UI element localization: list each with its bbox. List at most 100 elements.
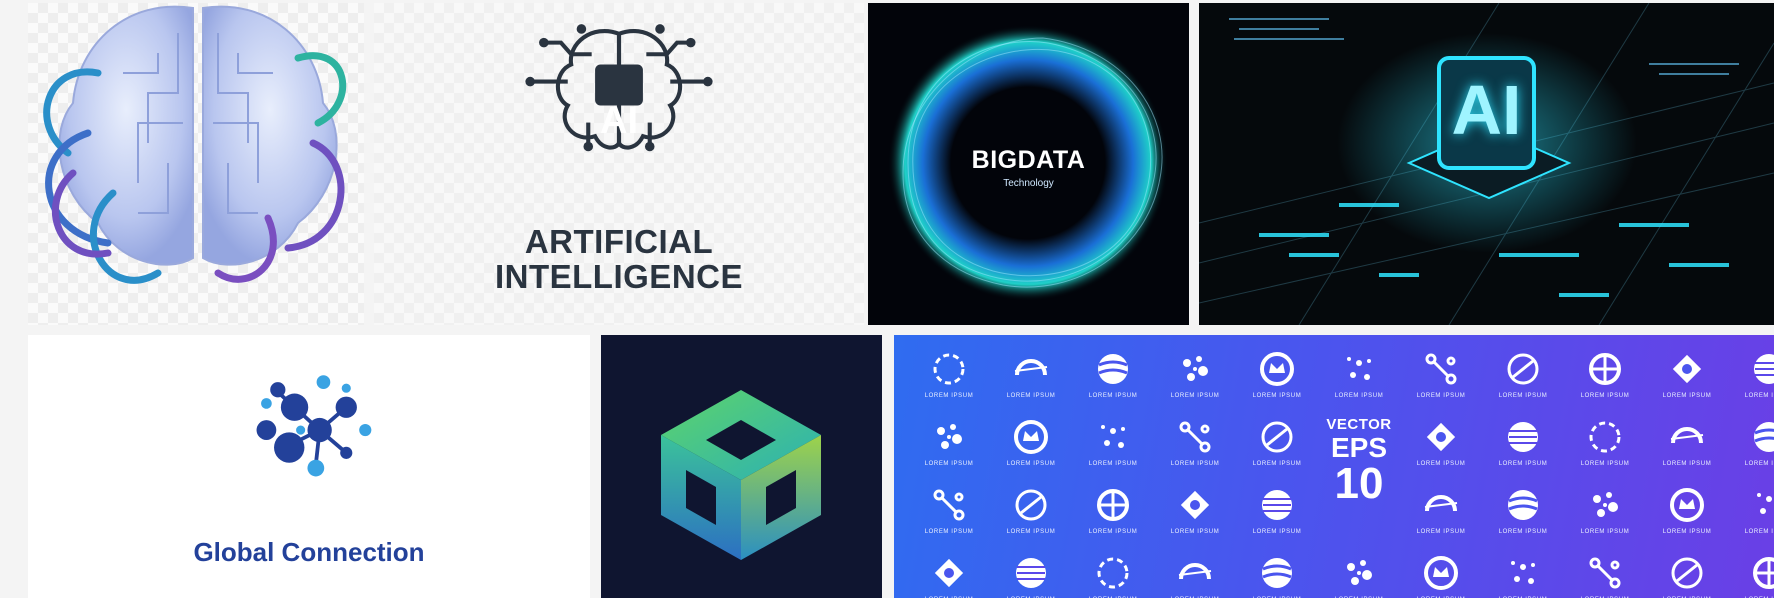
brain-circuit-icon (43, 5, 347, 284)
logo-mark-icon (1098, 354, 1128, 384)
logo-cell: LOREM IPSUM (1482, 485, 1564, 553)
logo-cell-label: LOREM IPSUM (1498, 529, 1548, 535)
logo-cell: LOREM IPSUM (908, 553, 990, 598)
logo-cell: LOREM IPSUM (1728, 349, 1774, 417)
eps-label: EPS (1330, 432, 1387, 463)
logo-cell: LOREM IPSUM (990, 349, 1072, 417)
logo-mark-icon (1670, 488, 1704, 522)
image-result-brain-circuit[interactable] (28, 3, 364, 325)
image-result-cube-logo[interactable] (601, 335, 882, 598)
logo-cell: LOREM IPSUM (908, 485, 990, 553)
logo-mark-icon (1672, 354, 1702, 384)
logo-cell: LOREM IPSUM (1236, 485, 1318, 553)
logo-mark-icon (1014, 420, 1048, 454)
logo-cell-label: LOREM IPSUM (1252, 529, 1302, 535)
logo-cell-label: LOREM IPSUM (1580, 461, 1630, 467)
logo-cell: LOREM IPSUM (1400, 417, 1482, 485)
logo-mark-icon (1178, 563, 1212, 580)
logo-cell-label: LOREM IPSUM (1006, 529, 1056, 535)
logo-mark-icon (1347, 357, 1371, 380)
logo-cell-label: LOREM IPSUM (1416, 393, 1466, 399)
logo-mark-icon (1015, 489, 1047, 521)
logo-cell: LOREM IPSUM (1154, 349, 1236, 417)
logo-cell-label: LOREM IPSUM (1006, 461, 1056, 467)
logo-cell: LOREM IPSUM (1400, 485, 1482, 553)
logo-cell-label: LOREM IPSUM (1088, 461, 1138, 467)
logo-grid: LOREM IPSUM LOREM IPSUM LOREM IPSUM LOREM I… (908, 349, 1774, 598)
logo-mark-icon (1753, 557, 1774, 589)
logo-cell: LOREM IPSUM (990, 485, 1072, 553)
network-nodes-icon (256, 375, 372, 477)
logo-mark-icon (934, 558, 964, 588)
logo-cell-label: LOREM IPSUM (1580, 393, 1630, 399)
logo-cell: LOREM IPSUM (1154, 417, 1236, 485)
logo-cell: LOREM IPSUM (1072, 485, 1154, 553)
ai-badge-text: AI (600, 100, 638, 142)
logo-mark-icon (1507, 353, 1539, 385)
eps-version: 10 (1334, 459, 1384, 508)
image-result-logo-set[interactable]: LOREM IPSUM LOREM IPSUM LOREM IPSUM LOREM I… (894, 335, 1774, 598)
logo-mark-icon (1179, 421, 1211, 453)
ai-chip-badge: AI (1451, 71, 1522, 149)
logo-cell: LOREM IPSUM (1728, 417, 1774, 485)
logo-cell: LOREM IPSUM (1318, 349, 1400, 417)
logo-mark-icon (933, 489, 965, 521)
logo-mark-icon (1347, 560, 1372, 585)
logo-mark-icon (1754, 354, 1774, 384)
logo-mark-icon (1424, 556, 1458, 590)
logo-cell-label: LOREM IPSUM (1088, 393, 1138, 399)
image-result-bigdata[interactable]: BIGDATA Technology (868, 3, 1189, 325)
logo-cell: LOREM IPSUM (1564, 417, 1646, 485)
logo-mark-icon (1180, 490, 1210, 520)
logo-cell-label: LOREM IPSUM (1744, 529, 1774, 535)
image-result-ai-chip[interactable]: AI (1199, 3, 1774, 325)
ai-chip-icon (1199, 3, 1774, 325)
logo-mark-icon (1097, 557, 1129, 589)
logo-cell: LOREM IPSUM (1482, 417, 1564, 485)
logo-cell-label: LOREM IPSUM (1744, 393, 1774, 399)
bigdata-subtitle: Technology (1003, 178, 1054, 189)
logo-cell: LOREM IPSUM (1236, 349, 1318, 417)
ai-caption-line2: INTELLIGENCE (494, 258, 743, 295)
logo-mark-icon (1014, 359, 1048, 376)
logo-cell: LOREM IPSUM (908, 349, 990, 417)
logo-mark-icon (1511, 561, 1535, 584)
logo-cell-label: LOREM IPSUM (1334, 393, 1384, 399)
logo-cell: LOREM IPSUM (990, 553, 1072, 598)
logo-mark-icon (1589, 557, 1621, 589)
logo-mark-icon (1260, 352, 1294, 386)
global-connection-title: Global Connection (193, 537, 425, 567)
logo-cell-label: LOREM IPSUM (1662, 461, 1712, 467)
logo-cell-label: LOREM IPSUM (924, 461, 974, 467)
logo-cell: LOREM IPSUM (1646, 553, 1728, 598)
logo-mark-icon (1508, 422, 1538, 452)
logo-mark-icon (1589, 421, 1621, 453)
image-result-global-connection[interactable]: Global Connection (28, 335, 590, 598)
logo-mark-icon (1589, 353, 1621, 385)
logo-mark-icon (1262, 558, 1292, 588)
logo-mark-icon (1424, 495, 1458, 512)
logo-mark-icon (1016, 558, 1046, 588)
logo-mark-icon (1262, 490, 1292, 520)
logo-mark-icon (933, 353, 965, 385)
logo-cell-label: LOREM IPSUM (924, 529, 974, 535)
logo-cell: LOREM IPSUM (1646, 417, 1728, 485)
logo-mark-icon (937, 424, 962, 449)
logo-cell-label: LOREM IPSUM (1662, 393, 1712, 399)
logo-mark-icon (1426, 422, 1456, 452)
vector-eps-badge: VECTOR EPS 10 (1326, 417, 1391, 506)
logo-cell-label: LOREM IPSUM (1744, 461, 1774, 467)
logo-cell-label: LOREM IPSUM (1088, 529, 1138, 535)
logo-mark-icon (1670, 427, 1704, 444)
logo-cell: LOREM IPSUM (990, 417, 1072, 485)
bigdata-title: BIGDATA (971, 146, 1086, 174)
logo-cell-label: LOREM IPSUM (1006, 393, 1056, 399)
logo-cell-label: LOREM IPSUM (1416, 461, 1466, 467)
logo-cell: LOREM IPSUM (1564, 485, 1646, 553)
logo-cell-label: LOREM IPSUM (1580, 529, 1630, 535)
logo-cell: LOREM IPSUM (1318, 553, 1400, 598)
image-result-ai-logo[interactable]: AI ARTIFICIAL INTELLIGENCE (374, 3, 864, 325)
logo-cell: LOREM IPSUM (908, 417, 990, 485)
logo-cell: LOREM IPSUM (1072, 417, 1154, 485)
logo-cell: LOREM IPSUM (1646, 485, 1728, 553)
